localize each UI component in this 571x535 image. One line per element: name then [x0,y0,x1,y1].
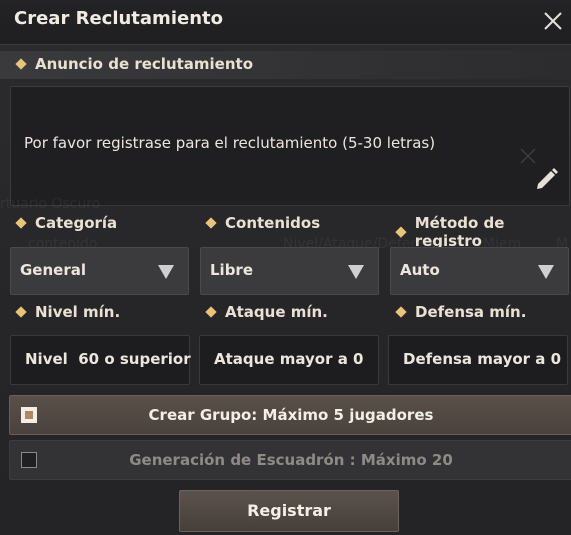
min-attack-label: Ataque mín. [225,303,328,321]
diamond-icon [15,58,27,70]
category-header: Categoría [14,214,117,232]
min-level-header: Nivel mín. [14,303,120,321]
method-value: Auto [400,261,440,279]
min-level-value: Nivel 60 o superior [25,350,191,368]
edit-icon[interactable] [532,164,560,192]
min-defense-value: Defensa mayor a 0 [403,350,562,368]
announcement-placeholder: Por favor registrase para el reclutamien… [24,134,436,152]
content-label: Contenidos [225,214,321,232]
content-value: Libre [210,261,254,279]
title-bar: Crear Reclutamiento [0,0,571,45]
announcement-header: Anuncio de reclutamiento [14,55,253,73]
create-group-label: Crear Grupo: Máximo 5 jugadores [148,406,434,424]
content-header: Contenidos [204,214,320,232]
squadron-option[interactable]: Generación de Escuadrón : Máximo 20 [9,440,571,480]
method-select[interactable]: Auto [390,247,569,295]
min-defense-header: Defensa mín. [394,303,526,321]
dropdown-arrow-icon [538,265,554,279]
min-attack-value: Ataque mayor a 0 [214,350,364,368]
category-value: General [20,261,86,279]
register-button[interactable]: Registrar [179,490,399,532]
announcement-input[interactable]: Por favor registrase para el reclutamien… [10,86,570,206]
close-button[interactable] [541,8,565,32]
announcement-label: Anuncio de reclutamiento [35,55,254,73]
close-icon [544,12,562,30]
min-level-input[interactable]: Nivel 60 o superior [10,335,191,385]
category-label: Categoría [35,214,118,232]
category-select[interactable]: General [10,247,189,295]
diamond-icon [15,306,27,318]
min-defense-input[interactable]: Defensa mayor a 0 [388,335,568,385]
create-group-option[interactable]: Crear Grupo: Máximo 5 jugadores [9,395,571,435]
ghost-text: rtuario Oscuro [0,196,101,212]
diamond-icon [395,306,407,318]
diamond-icon [15,217,27,229]
min-attack-header: Ataque mín. [204,303,328,321]
method-header: Método de registro [394,214,571,250]
register-label: Registrar [247,501,331,520]
min-attack-input[interactable]: Ataque mayor a 0 [199,335,379,385]
recruitment-dialog: Crear Reclutamiento Anuncio de reclutami… [0,0,571,535]
clear-icon[interactable] [519,147,537,165]
squadron-label: Generación de Escuadrón : Máximo 20 [129,451,453,469]
diamond-icon [205,306,217,318]
dropdown-arrow-icon [158,265,174,279]
dropdown-arrow-icon [348,265,364,279]
min-level-label: Nivel mín. [35,303,121,321]
diamond-icon [395,226,407,238]
content-select[interactable]: Libre [200,247,379,295]
method-label: Método de registro [414,214,505,250]
diamond-icon [205,217,217,229]
min-defense-label: Defensa mín. [415,303,527,321]
dialog-title: Crear Reclutamiento [14,8,223,29]
